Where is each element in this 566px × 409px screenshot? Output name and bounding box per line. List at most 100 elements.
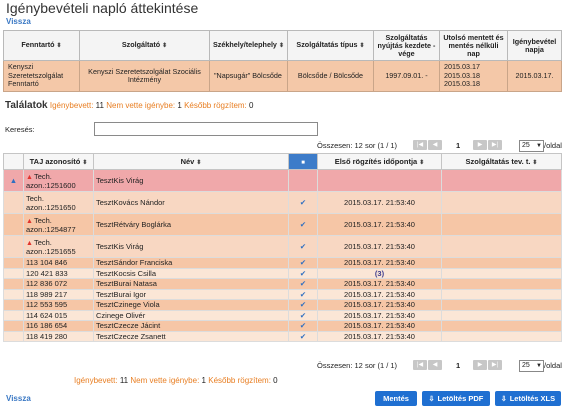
next-page-icon[interactable]: ▶ [473,140,487,150]
table-row[interactable]: 118 419 280 TesztCzecze Zsanett ✔ 2015.03.1… [3,330,562,342]
time-cell: 2015.03.17. 21:53:40 [317,320,442,332]
table-row[interactable]: ▲ ▲Tech. azon.:1251600 TesztKis Virág [3,169,562,192]
summary-utolso-3: 2015.03.18 [444,79,480,89]
taj-cell: 112 553 595 [23,299,94,311]
row-blank [3,278,24,290]
header-first[interactable]: Első rögzítés időpontja ⬍ [317,153,442,170]
table-row[interactable]: 120 421 833 TesztKocsis Csilla ✔ (3) [3,267,562,279]
name-cell: TesztCzinege Viola [93,299,289,311]
back-link-bottom[interactable]: Vissza [6,394,31,403]
summary-header-utolso[interactable]: Utolsó mentett és mentés nélküli nap [439,30,508,61]
kesobb-label: Később rögzítem: [184,101,247,110]
summary-header-szekhely[interactable]: Székhely/telephely ⬍ [209,30,288,61]
table-row[interactable]: 114 624 015 Czinege Olivér ✔ 2015.03.17. 21… [3,309,562,321]
taj-cell: 120 421 833 [23,267,94,279]
tev-cell [441,320,562,332]
name-cell: TesztKocsis Csilla [93,267,289,279]
table-row[interactable]: 116 186 654 TesztCzecze Jácint ✔ 2015.03.17… [3,320,562,332]
summary-tipus: Bölcsőde / Bölcsőde [287,60,374,92]
summary-kezdete: 1997.09.01. - [373,60,440,92]
table-row[interactable]: 112 836 072 TesztBurai Natasa ✔ 2015.03.17.… [3,278,562,290]
table-row[interactable]: 113 104 846 TesztSándor Franciska ✔ 2015.03… [3,257,562,269]
check-icon[interactable]: ✔ [288,257,318,269]
results-label: Találatok [5,100,48,111]
header-taj[interactable]: TAJ azonosító ⬍ [23,153,94,170]
tev-cell [441,235,562,258]
next-page-icon[interactable]: ▶ [473,360,487,370]
name-cell: Czinege Olivér [93,309,289,321]
time-cell: 2015.03.17. 21:53:40 [317,330,442,342]
time-cell: 2015.03.17. 21:53:40 [317,309,442,321]
row-blank [3,330,24,342]
download-xls-button[interactable]: ⇩ Letöltés XLS [495,391,561,406]
summary-header-fenntarto[interactable]: Fenntartó ⬍ [3,30,80,61]
tev-cell [441,288,562,300]
name-cell: TesztKis Virág [93,235,289,258]
back-link-top[interactable]: Vissza [6,17,31,26]
prev-page-icon[interactable]: ◀ [428,360,442,370]
taj-cell: 113 104 846 [23,257,94,269]
name-cell: TesztCzecze Zsanett [93,330,289,342]
summary-header-kezdete[interactable]: Szolgáltatás nyújtás kezdete - vége [373,30,440,61]
time-cell: 2015.03.17. 21:53:40 [317,191,442,214]
last-page-icon[interactable]: ▶| [488,360,502,370]
row-blank [3,288,24,300]
save-button[interactable]: Mentés [375,391,417,406]
expand-icon[interactable]: ▲ [3,169,24,192]
summary-header-szolgaltato[interactable]: Szolgáltató ⬍ [79,30,210,61]
warning-icon: ▲ [26,173,33,181]
time-cell: 2015.03.17. 21:53:40 [317,299,442,311]
check-icon[interactable]: ✔ [288,309,318,321]
check-icon[interactable]: ✔ [288,299,318,311]
table-row[interactable]: ▲Tech. azon.:1251655 TesztKis Virág ✔ 201… [3,235,562,258]
taj-cell: Tech. azon.:1251650 [23,191,94,214]
check-icon[interactable]: ✔ [288,320,318,332]
first-page-icon[interactable]: |◀ [413,360,427,370]
check-icon[interactable]: ✔ [288,330,318,342]
check-icon[interactable]: ✔ [288,267,318,279]
search-input[interactable] [94,122,318,136]
tev-cell [441,169,562,192]
check-icon[interactable]: ✔ [288,288,318,300]
per-page-select[interactable]: 25 ▼ [519,360,544,372]
summary-szekhely: "Napsugár" Bölcsőde [209,60,288,92]
tev-cell [441,278,562,290]
table-row[interactable]: Tech. azon.:1251650 TesztKovács Nándor ✔ … [3,191,562,214]
tev-cell [441,309,562,321]
check-icon[interactable]: ✔ [288,213,318,236]
taj-cell: 118 989 217 [23,288,94,300]
per-page-select[interactable]: 25 ▼ [519,140,544,152]
table-row[interactable]: 118 989 217 TesztBurai Igor ✔ 2015.03.17. 2… [3,288,562,300]
summary-napja: 2015.03.17. [507,60,562,92]
time-cell: 2015.03.17. 21:53:40 [317,278,442,290]
chevron-down-icon: ▼ [536,363,542,369]
current-page: 1 [456,361,461,370]
row-blank [3,309,24,321]
pager-total: Összesen: 12 sor (1 / 1) [317,361,398,370]
check-icon[interactable]: ✔ [288,191,318,214]
first-page-icon[interactable]: |◀ [413,140,427,150]
header-nev[interactable]: Név ⬍ [93,153,289,170]
tev-cell [441,299,562,311]
igenybevett-count: 11 [95,101,104,110]
download-pdf-button[interactable]: ⇩ Letöltés PDF [422,391,490,406]
summary-header-tipus[interactable]: Szolgáltatás típus ⬍ [287,30,374,61]
header-select-all[interactable]: ■ [288,153,318,170]
per-page-label: /oldal [544,141,562,150]
current-page: 1 [456,141,461,150]
table-row[interactable]: 112 553 595 TesztCzinege Viola ✔ 2015.03.17… [3,299,562,311]
checkbox-cell[interactable] [288,169,318,192]
summary-header-napja[interactable]: Igénybevétel napja [507,30,562,61]
warning-icon: ▲ [26,217,33,225]
per-page-label: /oldal [544,361,562,370]
taj-cell: 118 419 280 [23,330,94,342]
last-page-icon[interactable]: ▶| [488,140,502,150]
taj-cell: ▲Tech. azon.:1251655 [23,235,94,258]
prev-page-icon[interactable]: ◀ [428,140,442,150]
header-tev[interactable]: Szolgáltatás tev. t. ⬍ [441,153,562,170]
check-icon[interactable]: ✔ [288,278,318,290]
table-row[interactable]: ▲Tech. azon.:1254877 TesztRétváry Boglárk… [3,213,562,236]
check-icon[interactable]: ✔ [288,235,318,258]
results-table: TAJ azonosító ⬍ Név ⬍ ■ Első rögzítés időp… [3,153,562,342]
summary-fenntarto: Kenyszi Szeretetszolgálat Fenntartó [3,60,80,92]
